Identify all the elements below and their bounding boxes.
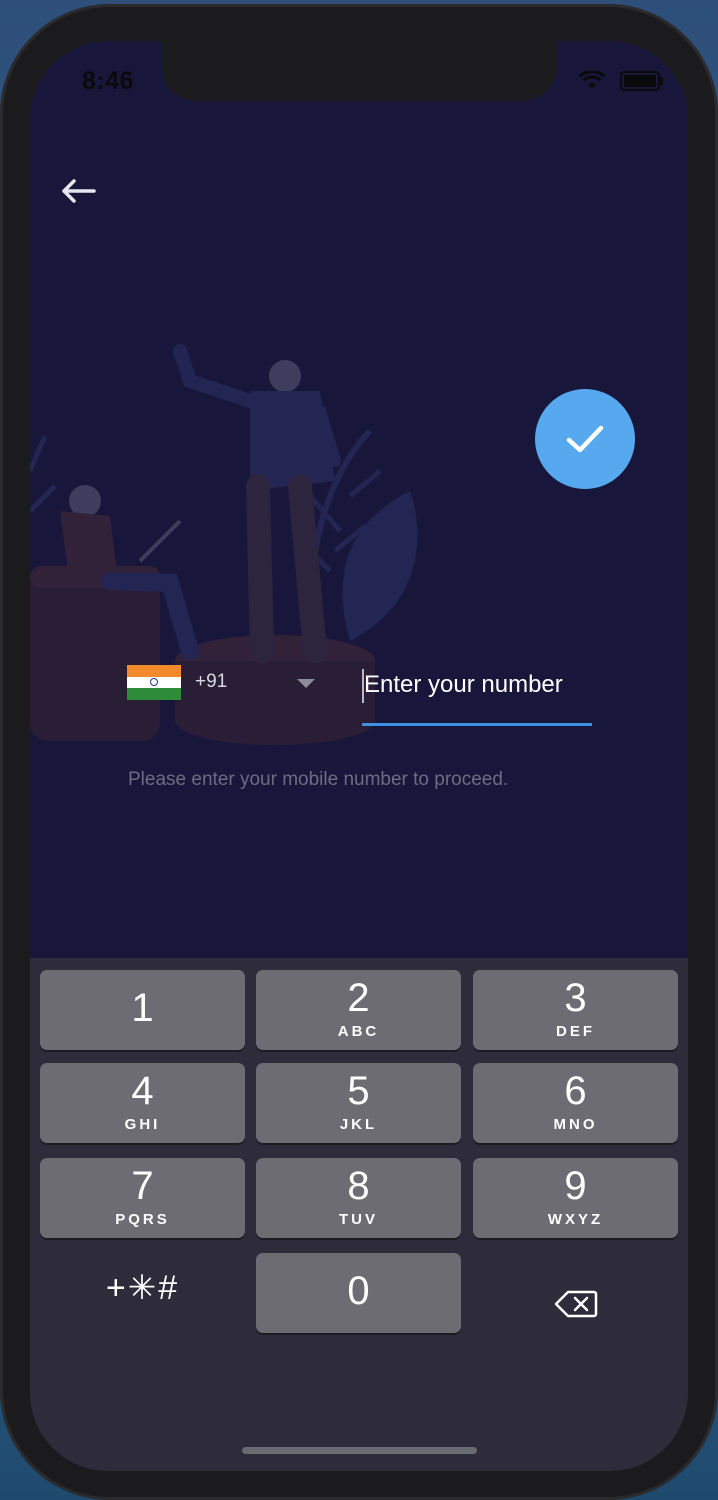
status-time: 8:46	[82, 67, 135, 95]
dial-code: +91	[195, 671, 228, 692]
backspace-icon	[554, 1290, 597, 1318]
key-8[interactable]: 8 TUV	[256, 1158, 461, 1238]
numeric-keypad: 1 2 ABC 3 DEF 4 GHI 5 JKL 6 MNO 7 PQRS 8…	[30, 958, 688, 1471]
arrow-left-icon	[62, 179, 96, 203]
key-4[interactable]: 4 GHI	[40, 1063, 245, 1143]
key-2[interactable]: 2 ABC	[256, 970, 461, 1050]
phone-number-input[interactable]: Enter your number	[362, 661, 592, 726]
home-indicator[interactable]	[242, 1447, 477, 1454]
key-6[interactable]: 6 MNO	[473, 1063, 678, 1143]
symbols-key[interactable]: +✳#	[40, 1268, 245, 1338]
key-9[interactable]: 9 WXYZ	[473, 1158, 678, 1238]
key-0[interactable]: 0	[256, 1253, 461, 1333]
key-3[interactable]: 3 DEF	[473, 970, 678, 1050]
key-1[interactable]: 1	[40, 970, 245, 1050]
app-screen: 8:46 +91 Enter your number Please enter …	[30, 41, 688, 1471]
battery-icon	[620, 71, 663, 91]
key-5[interactable]: 5 JKL	[256, 1063, 461, 1143]
back-button[interactable]	[58, 173, 98, 209]
country-code-selector[interactable]: +91	[127, 663, 327, 703]
helper-text: Please enter your mobile number to proce…	[128, 769, 509, 790]
status-icons	[578, 71, 663, 91]
key-7[interactable]: 7 PQRS	[40, 1158, 245, 1238]
dropdown-caret-icon	[297, 679, 315, 688]
notch	[162, 41, 557, 101]
wifi-icon	[578, 71, 606, 89]
confirm-button[interactable]	[535, 389, 635, 489]
india-flag-icon	[127, 665, 181, 700]
delete-key[interactable]	[473, 1264, 678, 1344]
phone-frame: 8:46 +91 Enter your number Please enter …	[0, 4, 718, 1500]
check-icon	[566, 425, 604, 453]
phone-number-placeholder: Enter your number	[364, 671, 563, 698]
